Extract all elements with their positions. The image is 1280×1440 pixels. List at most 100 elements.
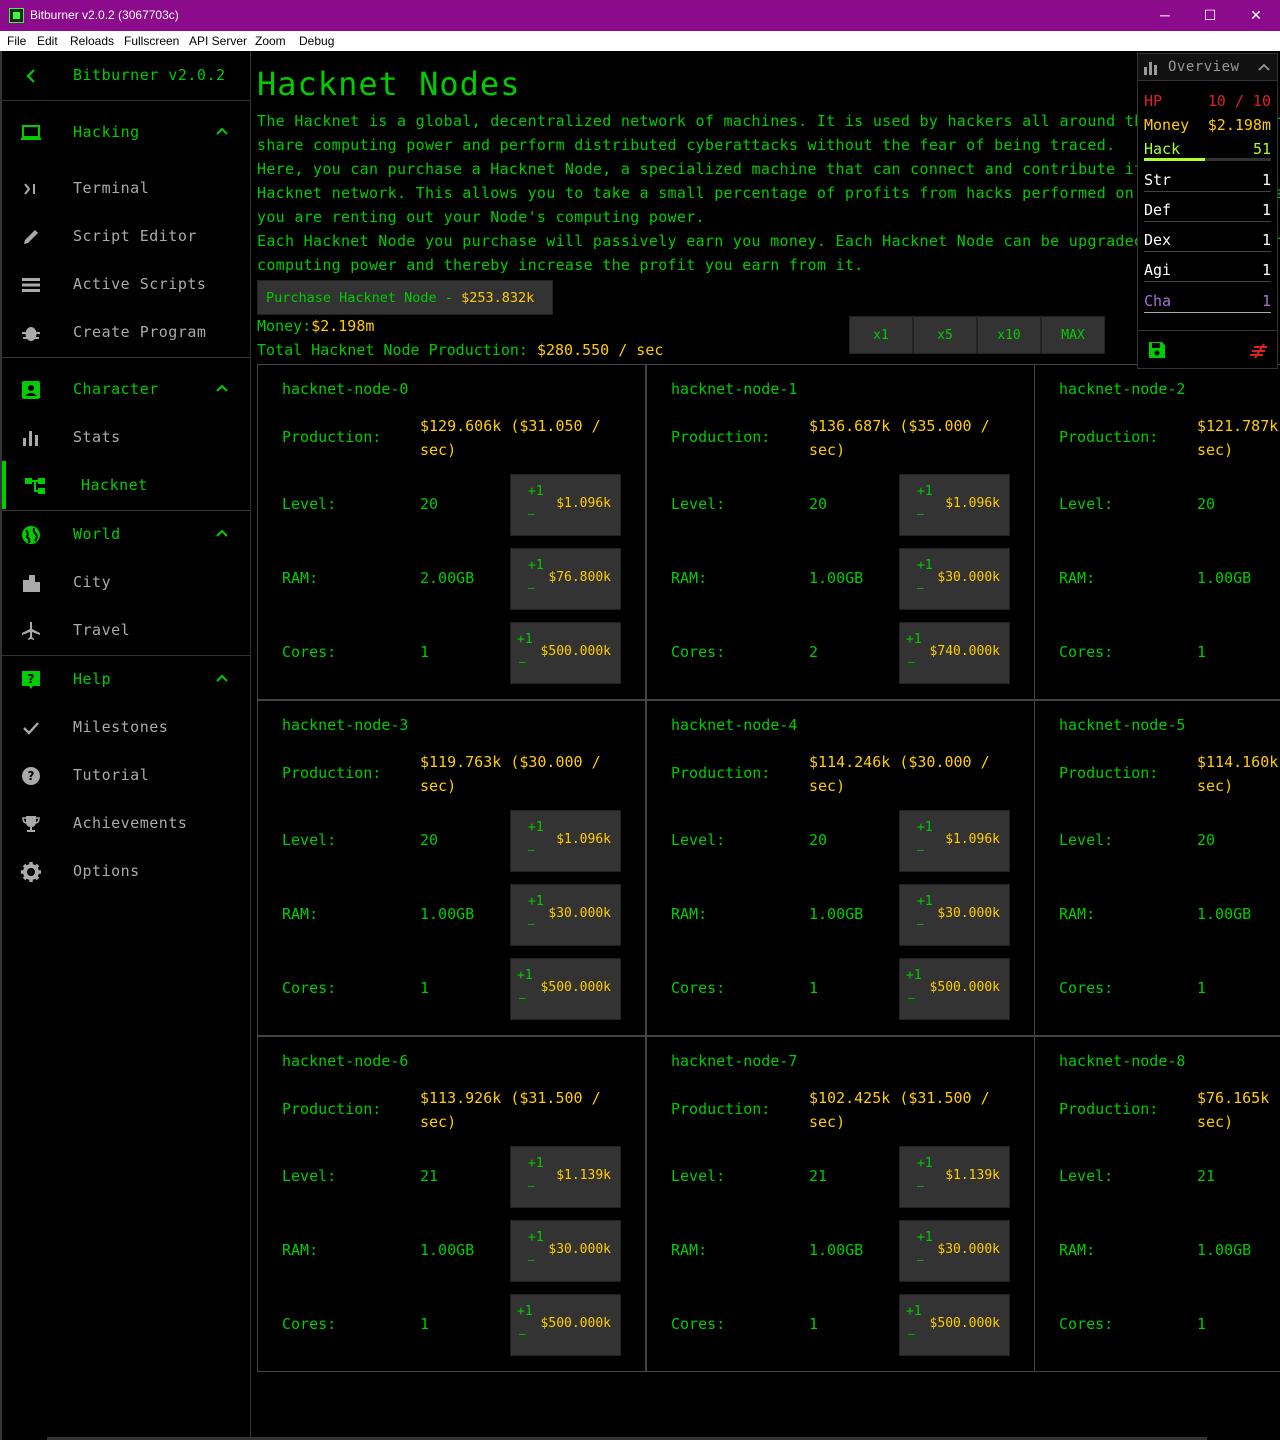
upgrade-ram-button[interactable]: +1 – $30.000k — [899, 1220, 1010, 1282]
menu-reloads[interactable]: Reloads — [70, 34, 114, 48]
upgrade-dash: – — [917, 1253, 924, 1266]
description-line: you are renting out your Node's computin… — [257, 208, 705, 226]
upgrade-dash: – — [528, 581, 535, 594]
upgrade-cores-button[interactable]: +1 – $500.000k — [510, 1294, 621, 1356]
money-label: Money: — [257, 317, 312, 335]
upgrade-dash: – — [528, 1253, 535, 1266]
upgrade-cores-button[interactable]: +1 – $500.000k — [899, 1294, 1010, 1356]
upgrade-cost: $30.000k — [548, 1242, 611, 1257]
sidebar-section-world[interactable]: World — [2, 510, 251, 558]
sidebar-item-travel[interactable]: Travel — [2, 606, 251, 654]
upgrade-level-button[interactable]: +1 – $1.096k — [510, 810, 621, 872]
multiplier-x1-button[interactable]: x1 — [849, 316, 913, 354]
overview-footer — [1138, 330, 1277, 368]
sidebar-item-active-scripts[interactable]: Active Scripts — [2, 260, 251, 308]
globe-icon — [22, 526, 40, 544]
sidebar-item-script-editor[interactable]: Script Editor — [2, 212, 251, 260]
cores-value: 1 — [1197, 979, 1207, 997]
hacknet-node-card: hacknet-node-7 Production: $102.425k ($31.… — [646, 1036, 1035, 1372]
upgrade-level-button[interactable]: +1 – $1.139k — [899, 1146, 1010, 1208]
menu-zoom[interactable]: Zoom — [255, 34, 286, 48]
upgrade-amount: +1 — [517, 968, 533, 983]
production-rate: ($31.500 / — [510, 1089, 601, 1107]
sidebar-item-create-program[interactable]: Create Program — [2, 308, 251, 356]
overview-header[interactable]: Overview — [1138, 54, 1277, 81]
upgrade-amount: +1 — [917, 820, 933, 835]
upgrade-cost: $30.000k — [548, 906, 611, 921]
save-icon[interactable] — [1147, 340, 1167, 360]
node-name: hacknet-node-7 — [671, 1052, 798, 1070]
ram-value: 1.00GB — [1197, 905, 1252, 923]
def-label: Def — [1144, 201, 1172, 219]
multiplier-x5-button[interactable]: x5 — [913, 316, 977, 354]
upgrade-dash: – — [917, 917, 924, 930]
upgrade-amount: +1 — [528, 1230, 544, 1245]
upgrade-level-button[interactable]: +1 – $1.096k — [510, 474, 621, 536]
hacknet-node-card: hacknet-node-2 Production: $121.787k sec) L… — [1034, 364, 1280, 700]
production-label: Production: — [1059, 1100, 1159, 1118]
sidebar-item-terminal[interactable]: Terminal — [2, 164, 251, 212]
ram-label: RAM: — [671, 905, 708, 923]
maximize-button[interactable]: ☐ — [1195, 4, 1225, 26]
upgrade-dash: – — [528, 1179, 535, 1192]
sidebar-item-city[interactable]: City — [2, 558, 251, 606]
sidebar-item-stats[interactable]: Stats — [2, 413, 251, 461]
upgrade-level-button[interactable]: +1 – $1.096k — [899, 810, 1010, 872]
level-label: Level: — [1059, 495, 1114, 513]
node-name: hacknet-node-5 — [1059, 716, 1186, 734]
hack-value: 51 — [1252, 140, 1271, 158]
production-label: Production: — [282, 1100, 382, 1118]
sidebar-collapse[interactable]: Bitburner v2.0.2 — [2, 51, 251, 99]
sidebar-label-world: World — [73, 525, 121, 543]
upgrade-cores-button[interactable]: +1 – $500.000k — [899, 958, 1010, 1020]
menu-api-server[interactable]: API Server — [189, 34, 247, 48]
upgrade-level-button[interactable]: +1 – $1.139k — [510, 1146, 621, 1208]
ram-label: RAM: — [282, 569, 319, 587]
upgrade-ram-button[interactable]: +1 – $30.000k — [899, 548, 1010, 610]
upgrade-amount: +1 — [528, 558, 544, 573]
kill-scripts-icon[interactable] — [1250, 343, 1268, 359]
minimize-button[interactable]: ─ — [1150, 4, 1180, 26]
overview-panel: Overview HP 10 / 10 Money $2.198m Hack 51 S… — [1137, 53, 1278, 369]
hack-exp-fill — [1144, 158, 1205, 161]
multiplier-x10-button[interactable]: x10 — [977, 316, 1041, 354]
sidebar-item-tutorial[interactable]: ? Tutorial — [2, 751, 251, 799]
chevron-up-icon — [1258, 63, 1270, 71]
production-rate-unit: sec) — [420, 777, 457, 795]
menu-file[interactable]: File — [7, 34, 26, 48]
upgrade-cores-button[interactable]: +1 – $740.000k — [899, 622, 1010, 684]
multiplier-max-button[interactable]: MAX — [1041, 316, 1105, 354]
upgrade-cores-button[interactable]: +1 – $500.000k — [510, 622, 621, 684]
upgrade-ram-button[interactable]: +1 – $76.800k — [510, 548, 621, 610]
upgrade-cost: $76.800k — [548, 570, 611, 585]
upgrade-cores-button[interactable]: +1 – $500.000k — [510, 958, 621, 1020]
upgrade-ram-button[interactable]: +1 – $30.000k — [510, 1220, 621, 1282]
level-value: 20 — [809, 495, 828, 513]
sidebar-item-achievements[interactable]: Achievements — [2, 799, 251, 847]
sidebar-item-milestones[interactable]: Milestones — [2, 703, 251, 751]
sidebar-item-hacknet[interactable]: Hacknet — [2, 461, 251, 509]
ram-label: RAM: — [282, 905, 319, 923]
upgrade-amount: +1 — [528, 894, 544, 909]
production-rate-unit: sec) — [1197, 1113, 1234, 1131]
upgrade-ram-button[interactable]: +1 – $30.000k — [510, 884, 621, 946]
menu-debug[interactable]: Debug — [299, 34, 334, 48]
agi-value: 1 — [1261, 261, 1271, 279]
purchase-multiplier-group: x1 x5 x10 MAX — [849, 316, 1105, 354]
level-value: 20 — [809, 831, 828, 849]
sidebar-item-options[interactable]: Options — [2, 847, 251, 895]
upgrade-level-button[interactable]: +1 – $1.096k — [899, 474, 1010, 536]
upgrade-cost: $1.139k — [945, 1168, 1000, 1183]
cores-value: 1 — [420, 643, 430, 661]
sidebar-section-hacking[interactable]: Hacking — [2, 108, 251, 156]
upgrade-ram-button[interactable]: +1 – $30.000k — [899, 884, 1010, 946]
menu-fullscreen[interactable]: Fullscreen — [124, 34, 179, 48]
sidebar-section-help[interactable]: ? Help — [2, 655, 251, 703]
upgrade-dash: – — [908, 991, 915, 1004]
purchase-hacknet-node-button[interactable]: Purchase Hacknet Node - $253.832k — [257, 280, 553, 315]
sidebar-section-character[interactable]: Character — [2, 365, 251, 413]
upgrade-amount: +1 — [906, 632, 922, 647]
menu-edit[interactable]: Edit — [37, 34, 58, 48]
upgrade-dash: – — [917, 581, 924, 594]
close-button[interactable]: ✕ — [1241, 4, 1271, 26]
